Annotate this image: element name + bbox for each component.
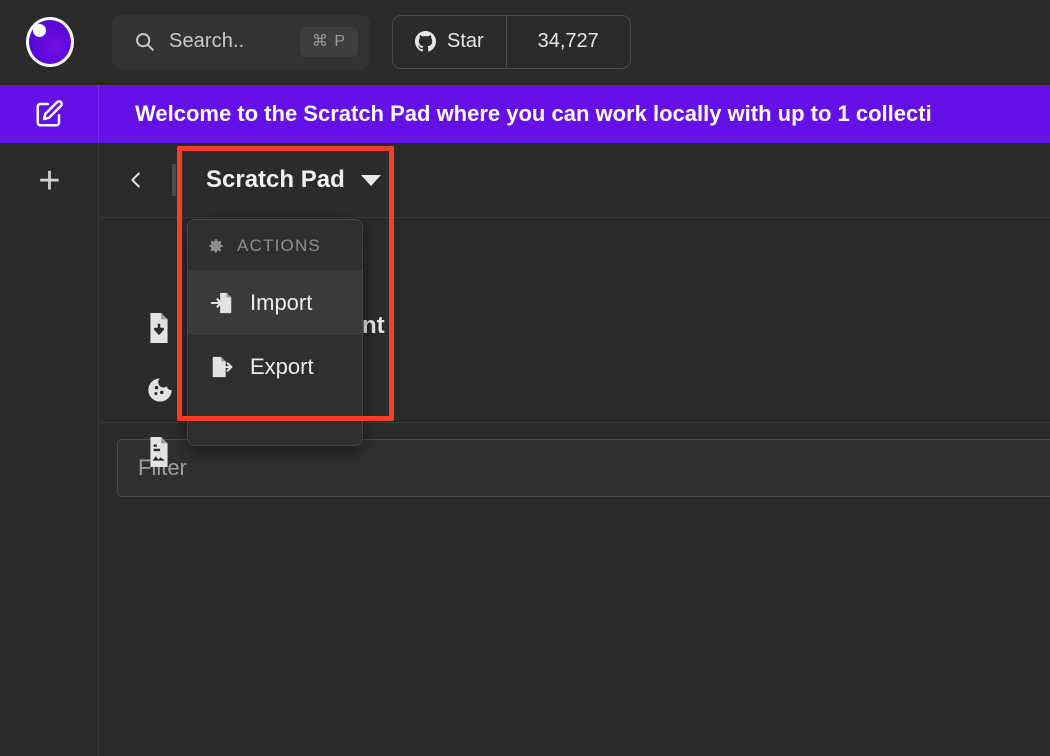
github-star-label: Star bbox=[447, 30, 484, 52]
back-button[interactable] bbox=[100, 143, 172, 218]
github-star-label-segment[interactable]: Star bbox=[393, 16, 506, 68]
add-workspace-button[interactable]: + bbox=[0, 143, 99, 219]
github-star-count[interactable]: 34,727 bbox=[505, 15, 630, 68]
edit-square-icon bbox=[34, 99, 64, 129]
search-placeholder-text: Search.. bbox=[169, 30, 245, 52]
panel-header: Scratch Pad bbox=[100, 143, 1050, 218]
chevron-left-icon bbox=[125, 167, 147, 193]
app-root: Search.. ⌘ P Star 34,727 Welcome to the … bbox=[0, 0, 1050, 756]
import-icon bbox=[210, 290, 234, 316]
menu-section-actions: ACTIONS bbox=[188, 220, 362, 271]
chevron-down-icon bbox=[360, 174, 381, 186]
banner-message-text: Welcome to the Scratch Pad where you can… bbox=[99, 85, 1050, 143]
insomnia-logo-icon bbox=[25, 16, 74, 67]
github-star-button[interactable]: Star 34,727 bbox=[392, 14, 631, 69]
top-header-bar: Search.. ⌘ P Star 34,727 bbox=[0, 0, 1050, 84]
collection-dropdown-trigger[interactable]: Scratch Pad bbox=[176, 166, 381, 194]
search-input[interactable]: Search.. ⌘ P bbox=[112, 14, 370, 69]
scratch-pad-button[interactable] bbox=[0, 85, 99, 143]
menu-item-import-label: Import bbox=[250, 290, 313, 315]
github-icon bbox=[415, 31, 436, 52]
obscured-tab-label: nt bbox=[362, 312, 385, 339]
gear-icon bbox=[207, 237, 225, 255]
menu-item-export[interactable]: Export bbox=[188, 335, 362, 399]
search-shortcut-badge: ⌘ P bbox=[299, 26, 358, 57]
page-title: Scratch Pad bbox=[206, 166, 345, 193]
left-rail: + bbox=[0, 143, 99, 756]
menu-bottom-padding bbox=[188, 399, 362, 445]
scratch-pad-banner: Welcome to the Scratch Pad where you can… bbox=[0, 85, 1050, 143]
file-code-icon[interactable] bbox=[146, 437, 174, 467]
menu-item-export-label: Export bbox=[250, 354, 314, 379]
app-logo-container[interactable] bbox=[0, 0, 99, 84]
menu-section-label: ACTIONS bbox=[237, 236, 321, 255]
file-import-icon[interactable] bbox=[146, 313, 174, 343]
cookie-icon[interactable] bbox=[146, 376, 174, 404]
menu-item-import[interactable]: Import bbox=[188, 271, 362, 335]
collection-actions-menu: ACTIONS Import Export bbox=[187, 219, 363, 446]
export-icon bbox=[210, 354, 234, 380]
filter-input[interactable] bbox=[117, 439, 1050, 497]
sidebar-tool-icons bbox=[146, 218, 174, 467]
search-icon bbox=[134, 31, 155, 52]
